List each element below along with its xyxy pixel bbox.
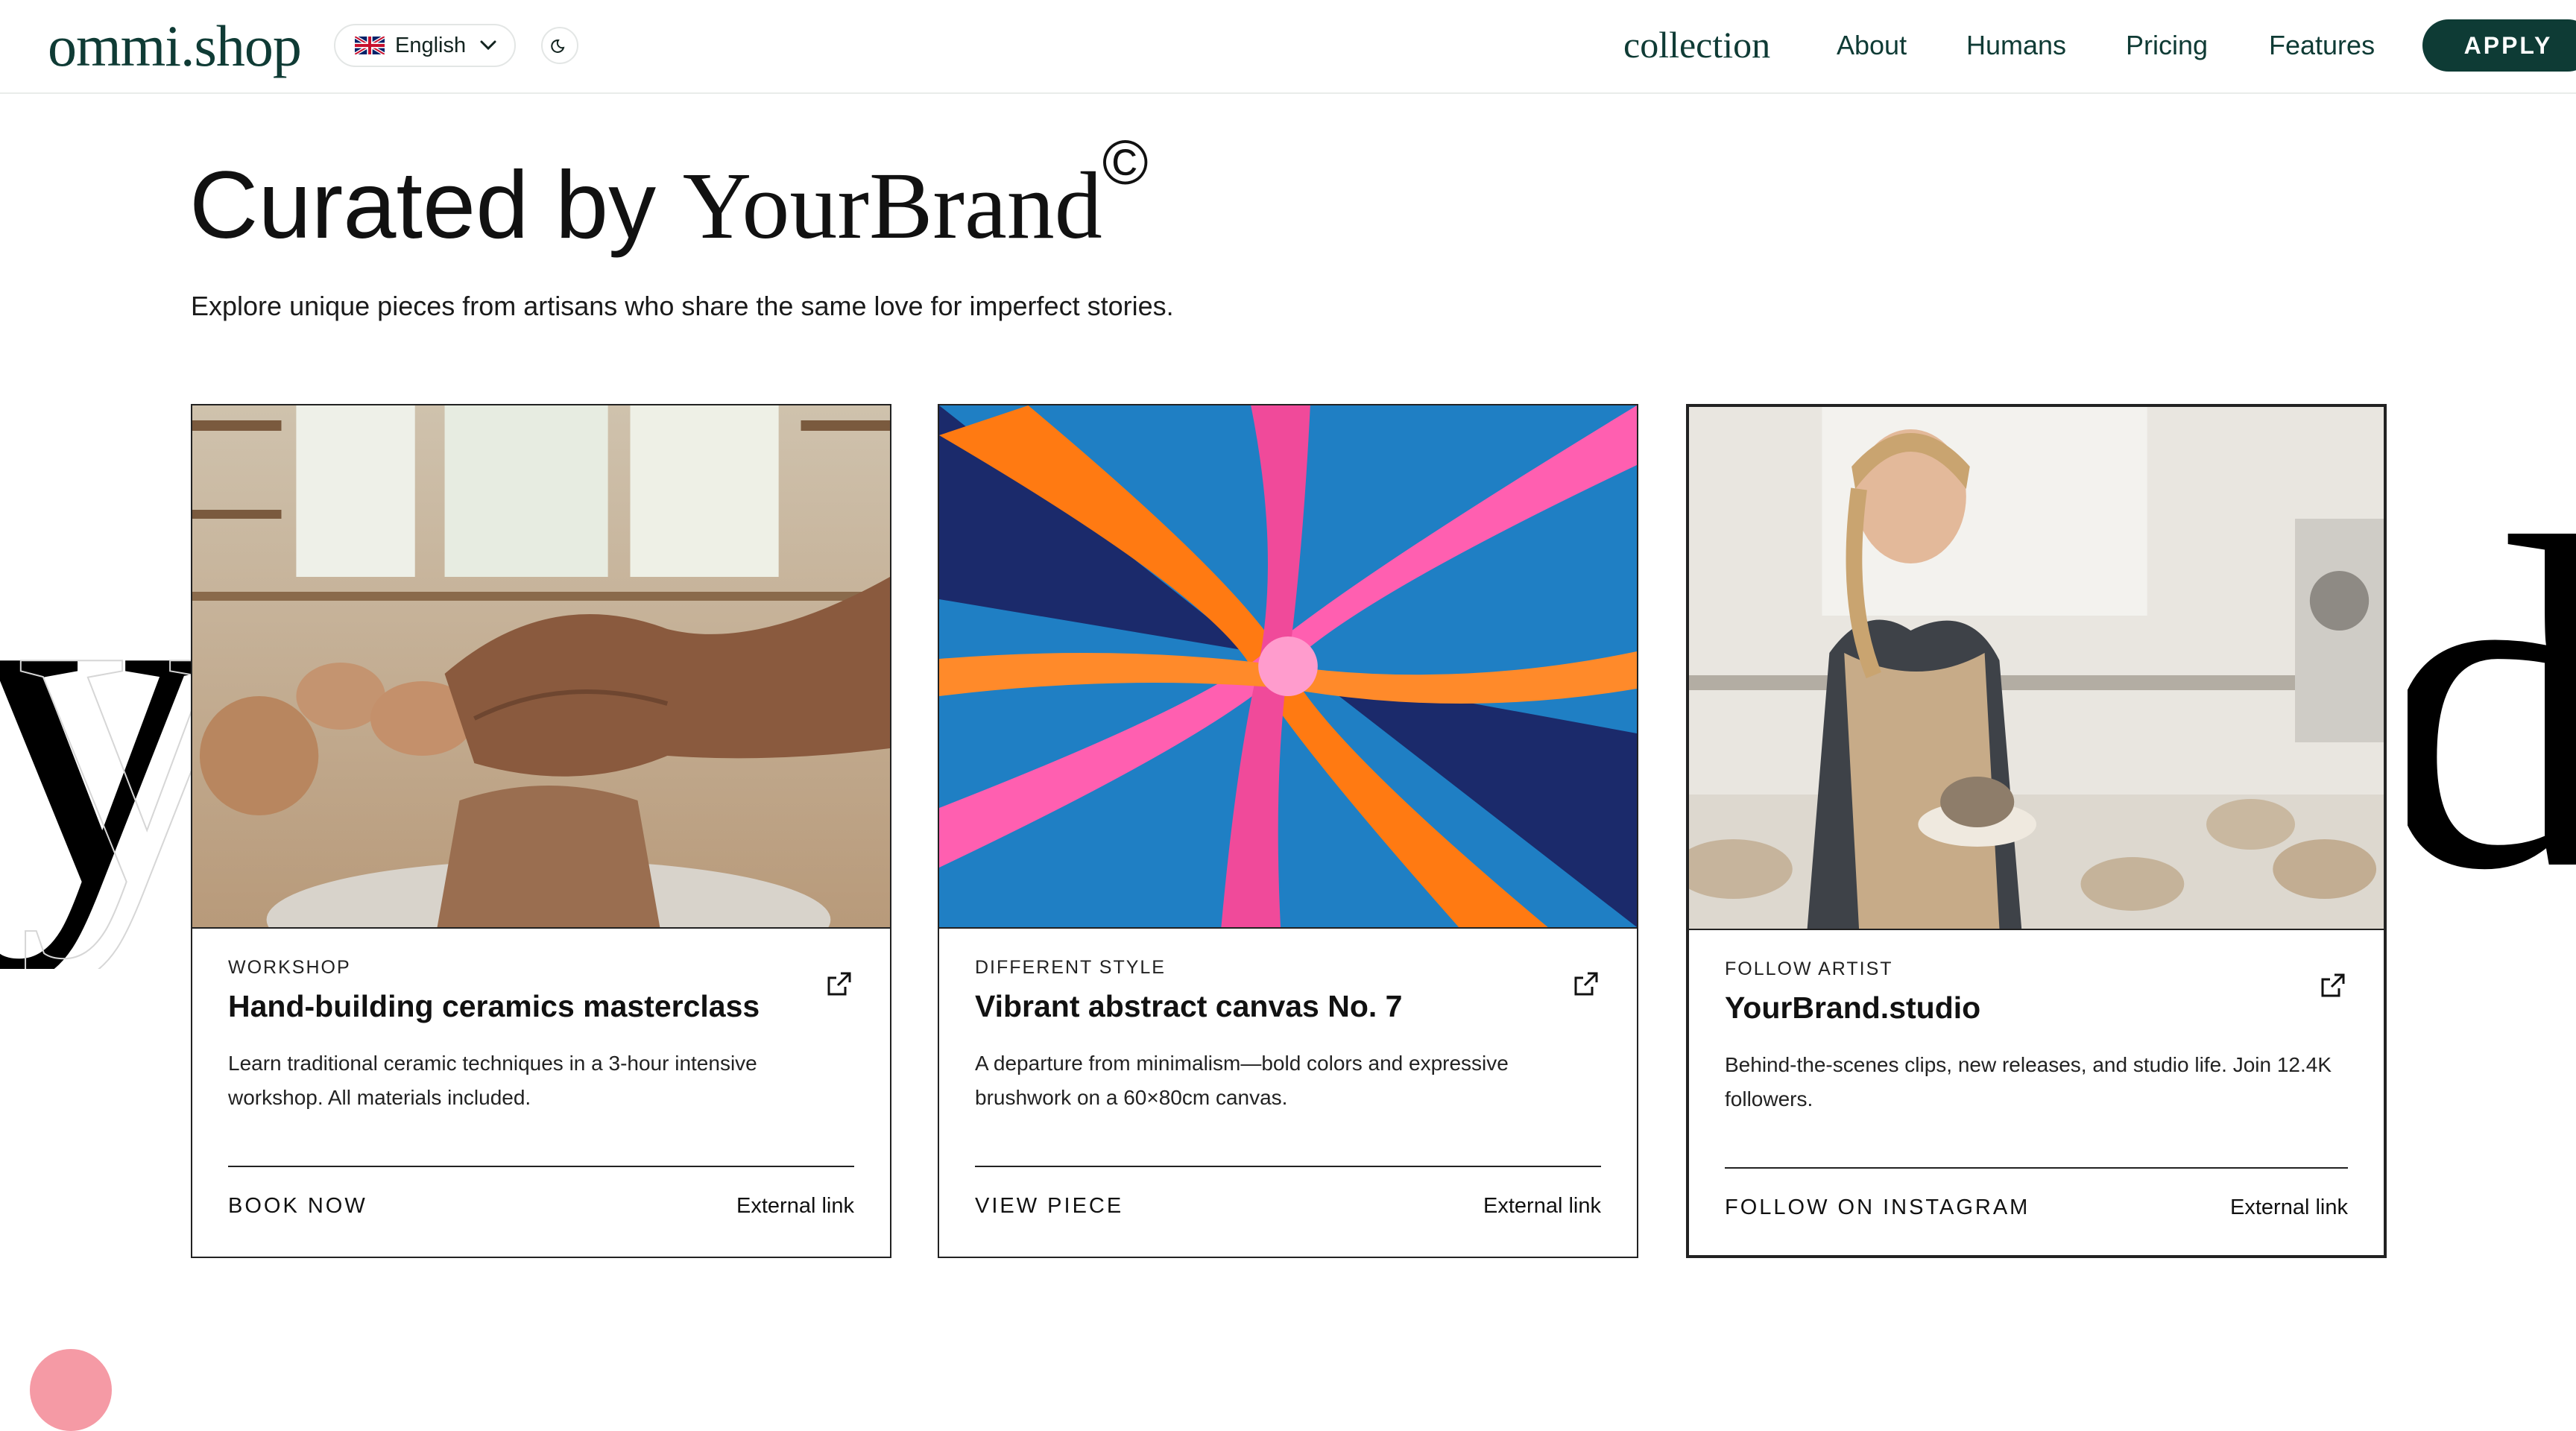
view-piece-button[interactable]: VIEW PIECE <box>975 1194 1123 1219</box>
card-tag: WORKSHOP <box>228 957 351 978</box>
card-tag: FOLLOW ARTIST <box>1725 958 1893 979</box>
card-description: Behind-the-scenes clips, new releases, a… <box>1725 1053 2332 1111</box>
abstract-swirl-painting <box>939 405 1637 929</box>
follow-on-instagram-button[interactable]: FOLLOW ON INSTAGRAM <box>1725 1195 2030 1220</box>
divider <box>975 1166 1601 1167</box>
card-title: Vibrant abstract canvas No. 7 <box>975 989 1403 1023</box>
card-body: FOLLOW ARTIST YourBrand.studio Behind-th… <box>1725 958 2348 1116</box>
nav-pricing[interactable]: Pricing <box>2126 27 2208 64</box>
external-link-icon[interactable] <box>1573 970 1600 997</box>
nav-features[interactable]: Features <box>2269 27 2375 64</box>
title-prefix: Curated by <box>189 152 657 259</box>
card-workshop[interactable]: WORKSHOP Hand-building ceramics mastercl… <box>191 404 891 1258</box>
decorative-letter-y: y y <box>0 462 216 969</box>
external-link-icon[interactable] <box>2320 972 2346 999</box>
external-link[interactable]: External link <box>1483 1194 1601 1219</box>
external-link[interactable]: External link <box>2230 1195 2348 1220</box>
site-header: ommi.shop English collection About Human… <box>0 0 2576 94</box>
nav-collection[interactable]: collection <box>1623 18 1770 72</box>
artist-in-studio-photo <box>1689 407 2384 930</box>
floating-action-bubble[interactable] <box>30 1349 112 1431</box>
external-link[interactable]: External link <box>736 1194 854 1219</box>
chevron-down-icon <box>480 40 496 51</box>
card-description: A departure from minimalism—bold colors … <box>975 1052 1509 1109</box>
decorative-letter-d: d <box>2408 447 2576 954</box>
card-title: Hand-building ceramics masterclass <box>228 989 760 1023</box>
language-label: English <box>395 33 467 57</box>
card-follow-artist[interactable]: FOLLOW ARTIST YourBrand.studio Behind-th… <box>1686 404 2387 1258</box>
pottery-wheel-hands-photo <box>192 405 890 929</box>
title-brand: YourBrand <box>682 153 1102 259</box>
card-different-style[interactable]: DIFFERENT STYLE Vibrant abstract canvas … <box>938 404 1638 1258</box>
card-body: WORKSHOP Hand-building ceramics mastercl… <box>228 957 854 1115</box>
theme-toggle-button[interactable] <box>541 27 578 64</box>
card-tag: DIFFERENT STYLE <box>975 957 1166 978</box>
page-subtitle: Explore unique pieces from artisans who … <box>191 291 1174 321</box>
svg-text:y: y <box>15 462 216 969</box>
moon-icon <box>551 39 565 53</box>
divider <box>1725 1167 2348 1169</box>
card-title: YourBrand.studio <box>1725 991 1981 1025</box>
uk-flag-icon <box>355 37 385 54</box>
language-selector[interactable]: English <box>334 24 516 67</box>
site-logo[interactable]: ommi.shop <box>48 10 302 82</box>
nav-humans[interactable]: Humans <box>1966 27 2066 64</box>
external-link-icon[interactable] <box>826 970 853 997</box>
copyright-mark: © <box>1102 127 1149 198</box>
card-body: DIFFERENT STYLE Vibrant abstract canvas … <box>975 957 1601 1115</box>
divider <box>228 1166 854 1167</box>
page-title: Curated by YourBrand© <box>189 131 1149 265</box>
nav-about[interactable]: About <box>1837 27 1907 64</box>
svg-text:d: d <box>2408 447 2576 954</box>
apply-button[interactable]: APPLY <box>2422 19 2576 72</box>
card-description: Learn traditional ceramic techniques in … <box>228 1052 757 1109</box>
book-now-button[interactable]: BOOK NOW <box>228 1194 367 1219</box>
